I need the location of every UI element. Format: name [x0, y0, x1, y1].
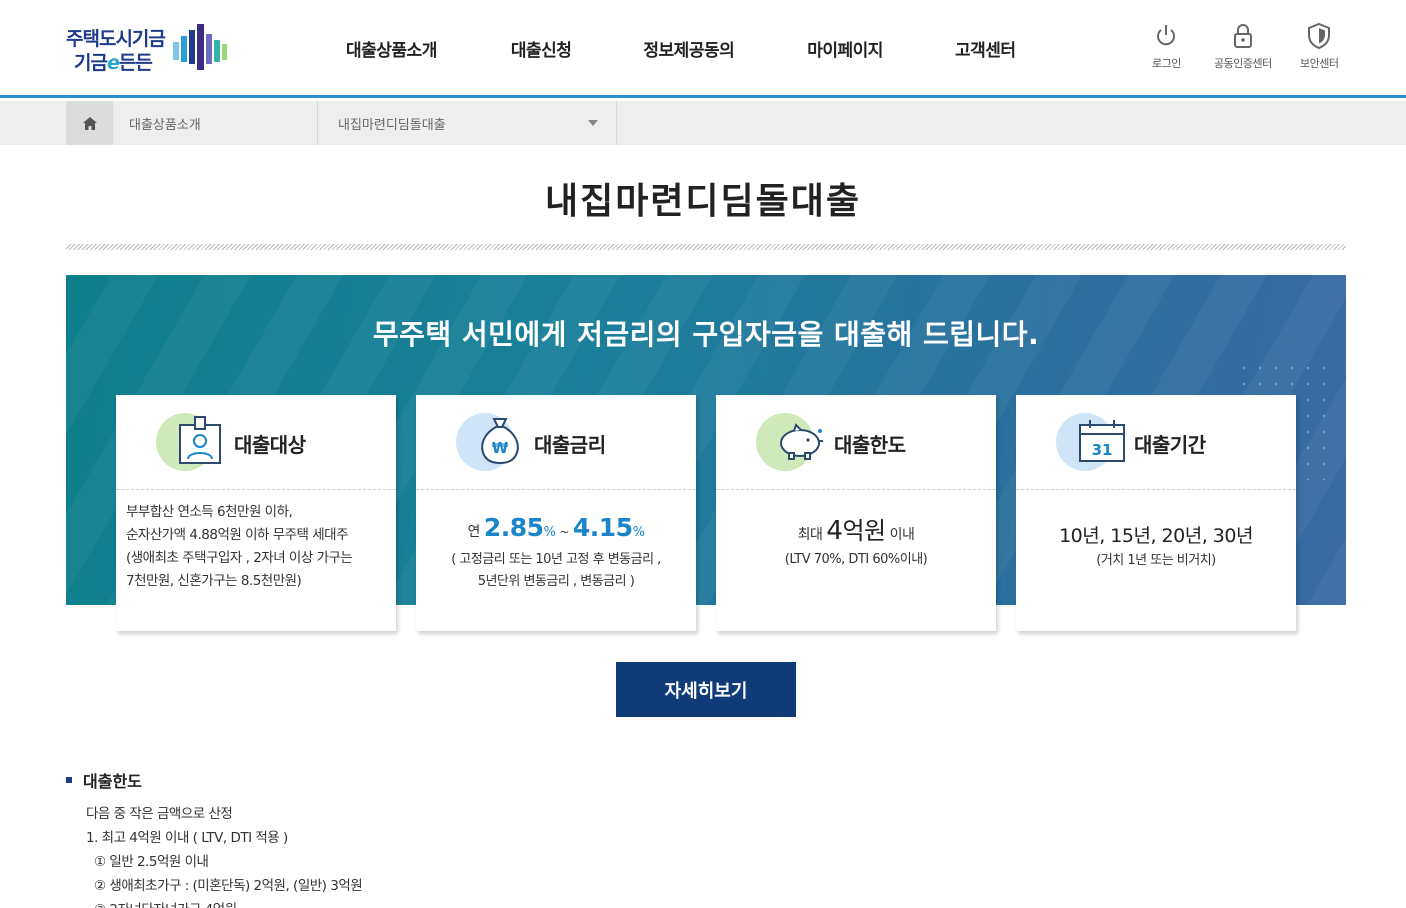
home-icon	[82, 116, 97, 130]
page-title: 내집마련디딤돌대출	[544, 181, 862, 222]
card-title: 대출기간	[1134, 433, 1206, 457]
logo-line1: 주택도시기금	[66, 28, 166, 50]
site-header: 주택도시기금 기금e든든 대출상품소개 대출신청 정보제공동의 마이페이지 고객…	[0, 0, 1406, 98]
loan-rate-note: ( 고정금리 또는 10년 고정 후 변동금리 , 5년단위 변동금리 , 변동…	[451, 552, 661, 589]
card-loan-rate: ₩ 대출금리 연 2.85% ~ 4.15% ( 고정금리 또는 10년 고정 …	[416, 395, 696, 631]
section-line: 다음 중 작은 금액으로 산정	[86, 806, 233, 822]
breadcrumb-home[interactable]	[66, 101, 113, 145]
nav-item-loan-apply[interactable]: 대출신청	[511, 36, 572, 61]
shield-icon	[1308, 22, 1331, 50]
breadcrumb: 대출상품소개 내집마련디딤돌대출	[0, 101, 1406, 145]
svg-text:₩: ₩	[492, 439, 509, 457]
card-body: 최대 4억원 이내 (LTV 70%, DTI 60%이내)	[716, 491, 996, 631]
chevron-down-icon	[588, 120, 598, 126]
loan-period-note: (거치 1년 또는 비거치)	[1096, 553, 1216, 568]
breadcrumb-level1[interactable]: 대출상품소개	[113, 101, 318, 145]
security-center-label: 보안센터	[1300, 57, 1339, 70]
loan-period-value: 10년, 15년, 20년, 30년	[1059, 525, 1253, 547]
card-title: 대출한도	[834, 433, 906, 457]
card-loan-limit: 대출한도 최대 4억원 이내 (LTV 70%, DTI 60%이내)	[716, 395, 996, 631]
logo-line2: 기금e든든	[74, 52, 153, 74]
card-title: 대출금리	[534, 433, 606, 457]
login-label: 로그인	[1152, 57, 1181, 70]
rate-max: 4.15	[572, 513, 633, 542]
card-loan-target: 대출대상 부부합산 연소득 6천만원 이하, 순자산가액 4.88억원 이하 무…	[116, 395, 396, 631]
card-body: 부부합산 연소득 6천만원 이하, 순자산가액 4.88억원 이하 무주택 세대…	[116, 491, 396, 631]
piggy-bank-icon	[780, 423, 823, 460]
card-header: 대출대상	[116, 395, 396, 490]
section-line: ① 일반 2.5억원 이내	[94, 854, 209, 870]
rate-min: 2.85	[483, 513, 544, 542]
main-nav: 대출상품소개 대출신청 정보제공동의 마이페이지 고객센터	[310, 36, 1016, 61]
card-header: 대출한도	[716, 395, 996, 490]
login-link[interactable]: 로그인	[1152, 22, 1181, 71]
loan-limit-amount: 최대 4억원 이내	[797, 516, 915, 546]
security-center-link[interactable]: 보안센터	[1300, 22, 1339, 71]
card-loan-period: 31 대출기간 10년, 15년, 20년, 30년 (거치 1년 또는 비거치…	[1016, 395, 1296, 631]
nav-item-customer-center[interactable]: 고객센터	[955, 36, 1016, 61]
power-icon	[1157, 25, 1176, 46]
section-line: ② 생애최초가구 : (미혼단독) 2억원, (일반) 3억원	[94, 878, 363, 894]
money-bag-icon: ₩	[481, 418, 519, 465]
breadcrumb-level2-label: 내집마련디딤돌대출	[338, 117, 446, 133]
section-line: 1. 최고 4억원 이내 ( LTV, DTI 적용 )	[86, 830, 288, 846]
calendar-icon: 31	[1079, 420, 1125, 462]
certificate-center-link[interactable]: 공동인증센터	[1214, 22, 1272, 71]
view-details-button[interactable]: 자세히보기	[616, 662, 796, 717]
nav-item-loan-products[interactable]: 대출상품소개	[346, 36, 437, 61]
card-title: 대출대상	[234, 433, 306, 457]
certificate-center-label: 공동인증센터	[1214, 57, 1272, 70]
card-body: 10년, 15년, 20년, 30년 (거치 1년 또는 비거치)	[1016, 491, 1296, 631]
section-bullet	[66, 777, 72, 783]
lock-icon	[1233, 24, 1252, 48]
banner-headline: 무주택 서민에게 저금리의 구입자금을 대출해 드립니다.	[372, 318, 1040, 351]
loan-rate-range: 연 2.85% ~ 4.15%	[467, 513, 645, 542]
loan-limit-note: (LTV 70%, DTI 60%이내)	[784, 552, 928, 567]
section-title: 대출한도	[66, 768, 142, 792]
nav-item-info-consent[interactable]: 정보제공동의	[643, 36, 734, 61]
title-divider	[66, 244, 1346, 250]
section-line: ③ 2자녀다자녀가구 4억원	[94, 898, 237, 908]
site-logo[interactable]: 주택도시기금 기금e든든	[66, 22, 236, 74]
nav-item-mypage[interactable]: 마이페이지	[807, 36, 883, 61]
loan-target-description: 부부합산 연소득 6천만원 이하, 순자산가액 4.88억원 이하 무주택 세대…	[126, 504, 353, 589]
card-header: ₩ 대출금리	[416, 395, 696, 490]
svg-text:31: 31	[1092, 441, 1113, 459]
id-badge-icon	[179, 416, 221, 464]
card-header: 31 대출기간	[1016, 395, 1296, 490]
card-body: 연 2.85% ~ 4.15% ( 고정금리 또는 10년 고정 후 변동금리 …	[416, 491, 696, 631]
logo-mark-icon	[173, 24, 227, 70]
breadcrumb-level2-select[interactable]: 내집마련디딤돌대출	[318, 101, 617, 145]
